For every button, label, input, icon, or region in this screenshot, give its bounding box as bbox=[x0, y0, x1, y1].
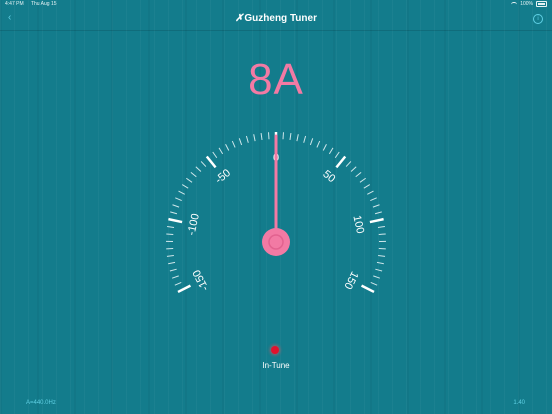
gauge-minor-tick bbox=[355, 171, 362, 178]
gauge-minor-tick bbox=[375, 268, 383, 272]
gauge-minor-tick bbox=[373, 275, 381, 279]
gauge-minor-tick bbox=[322, 144, 327, 151]
version-button[interactable]: 1.40 bbox=[513, 400, 525, 406]
gauge-minor-tick bbox=[186, 177, 193, 183]
gauge-tick-label: -50 bbox=[213, 167, 233, 186]
needle-hub bbox=[262, 228, 290, 256]
gauge-major-tick bbox=[177, 284, 192, 294]
gauge-minor-tick bbox=[190, 171, 197, 178]
gauge-minor-tick bbox=[212, 151, 218, 159]
tune-status-label: In-Tune bbox=[262, 361, 290, 370]
gauge-minor-tick bbox=[167, 226, 175, 228]
gauge-minor-tick bbox=[195, 166, 202, 172]
gauge-tick-label: 50 bbox=[320, 168, 337, 185]
gauge-minor-tick bbox=[166, 233, 174, 235]
gauge-minor-tick bbox=[372, 204, 380, 208]
gauge-tick-label: -150 bbox=[191, 268, 212, 293]
gauge-minor-tick bbox=[168, 261, 176, 265]
gauge-minor-tick bbox=[350, 166, 357, 172]
gauge-minor-tick bbox=[238, 138, 243, 146]
gauge-minor-tick bbox=[334, 151, 340, 159]
gauge-minor-tick bbox=[178, 190, 185, 195]
gauge-minor-tick bbox=[174, 281, 182, 286]
gauge-minor-tick bbox=[377, 226, 385, 228]
gauge-minor-tick bbox=[367, 190, 374, 195]
gauge-tick-label: 100 bbox=[350, 214, 366, 234]
gauge-minor-tick bbox=[345, 161, 352, 167]
gauge-minor-tick bbox=[225, 144, 230, 151]
gauge-tick-label: 150 bbox=[341, 269, 360, 291]
gauge-minor-tick bbox=[316, 140, 321, 148]
gauge-minor-tick bbox=[245, 135, 249, 143]
gauge-minor-tick bbox=[218, 147, 224, 155]
gauge-minor-tick bbox=[359, 177, 366, 183]
gauge-minor-tick bbox=[370, 197, 377, 202]
gauge-major-tick bbox=[335, 155, 347, 169]
gauge-minor-tick bbox=[378, 254, 386, 257]
gauge-major-tick bbox=[168, 217, 183, 224]
gauge-major-tick bbox=[205, 155, 217, 169]
gauge-minor-tick bbox=[231, 140, 236, 148]
gauge-tick-label: -100 bbox=[186, 212, 202, 236]
gauge-minor-tick bbox=[363, 184, 371, 189]
gauge-minor-tick bbox=[289, 132, 292, 141]
gauge-minor-tick bbox=[296, 134, 299, 142]
gauge-minor-tick bbox=[175, 197, 182, 202]
gauge-minor-tick bbox=[171, 275, 179, 279]
gauge-minor-tick bbox=[260, 132, 263, 141]
gauge-minor-tick bbox=[370, 281, 378, 286]
gauge-minor-tick bbox=[170, 211, 178, 215]
gauge-minor-tick bbox=[378, 233, 386, 235]
gauge-minor-tick bbox=[200, 161, 207, 167]
gauge-minor-tick bbox=[328, 147, 334, 155]
reference-pitch-button[interactable]: A=440.0Hz bbox=[26, 400, 56, 406]
gauge-minor-tick bbox=[166, 254, 174, 257]
gauge-minor-tick bbox=[172, 204, 180, 208]
gauge-major-tick bbox=[360, 284, 375, 294]
gauge-minor-tick bbox=[169, 268, 177, 272]
gauge-minor-tick bbox=[303, 135, 307, 143]
gauge-minor-tick bbox=[374, 211, 382, 215]
gauge-major-tick bbox=[369, 217, 384, 224]
tune-indicator-dot bbox=[271, 346, 279, 354]
gauge-needle bbox=[262, 134, 290, 256]
gauge-minor-tick bbox=[309, 138, 314, 146]
gauge-minor-tick bbox=[376, 261, 384, 265]
gauge-minor-tick bbox=[253, 134, 256, 142]
gauge-minor-tick bbox=[181, 184, 189, 189]
